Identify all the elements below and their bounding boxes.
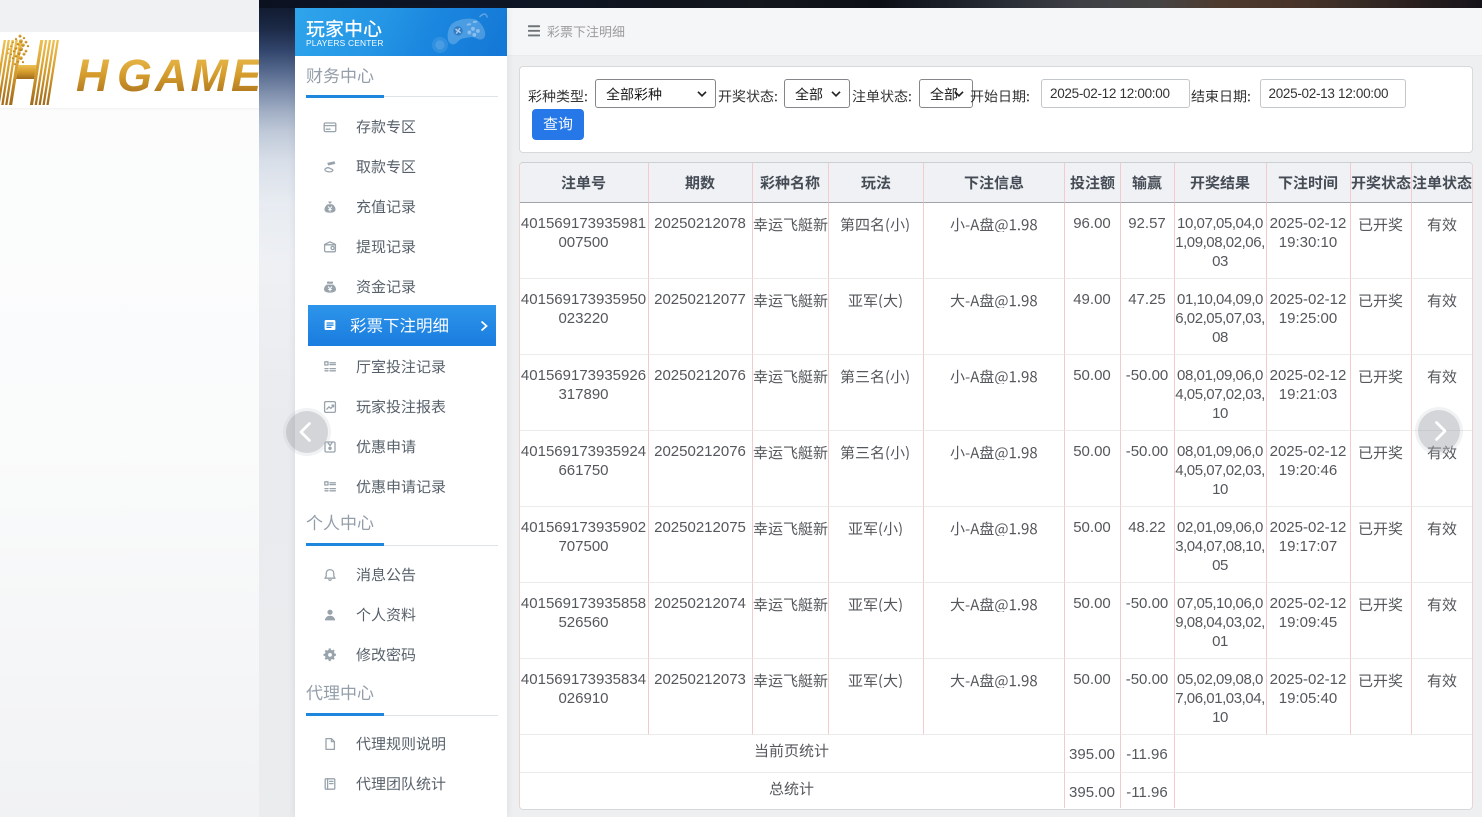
svg-text:H: H — [76, 50, 110, 101]
svg-text:GAME: GAME — [117, 50, 262, 101]
